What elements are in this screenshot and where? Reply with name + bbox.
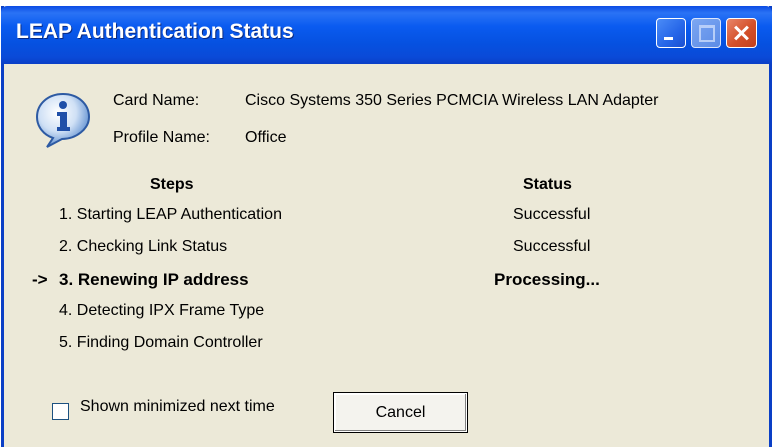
step-item: 2. Checking Link Status [59, 238, 228, 255]
info-icon [35, 92, 91, 148]
maximize-icon [691, 18, 721, 48]
cancel-button[interactable]: Cancel [333, 392, 468, 433]
step-status: Successful [513, 238, 591, 255]
card-name-label: Card Name: [113, 92, 200, 109]
steps-header: Steps [150, 176, 194, 193]
profile-name-value: Office [245, 129, 287, 146]
step-status-current: Processing... [494, 270, 600, 289]
step-item: 1. Starting LEAP Authentication [59, 206, 282, 223]
window-title: LEAP Authentication Status [16, 20, 294, 43]
step-status: Successful [513, 206, 591, 223]
dialog-window: LEAP Authentication Status Card Name: Ci… [1, 6, 772, 447]
title-bar[interactable]: LEAP Authentication Status [1, 6, 772, 64]
show-minimized-checkbox[interactable] [52, 403, 69, 420]
minimize-icon[interactable] [656, 18, 686, 48]
status-header: Status [523, 176, 572, 193]
show-minimized-label[interactable]: Shown minimized next time [80, 398, 275, 416]
current-step-marker: -> [32, 270, 48, 289]
step-item: 4. Detecting IPX Frame Type [59, 302, 265, 319]
close-icon[interactable] [726, 18, 757, 48]
step-item-current: 3. Renewing IP address [59, 270, 249, 289]
card-name-value: Cisco Systems 350 Series PCMCIA Wireless… [245, 92, 659, 109]
step-item: 5. Finding Domain Controller [59, 334, 263, 351]
profile-name-label: Profile Name: [113, 129, 210, 146]
